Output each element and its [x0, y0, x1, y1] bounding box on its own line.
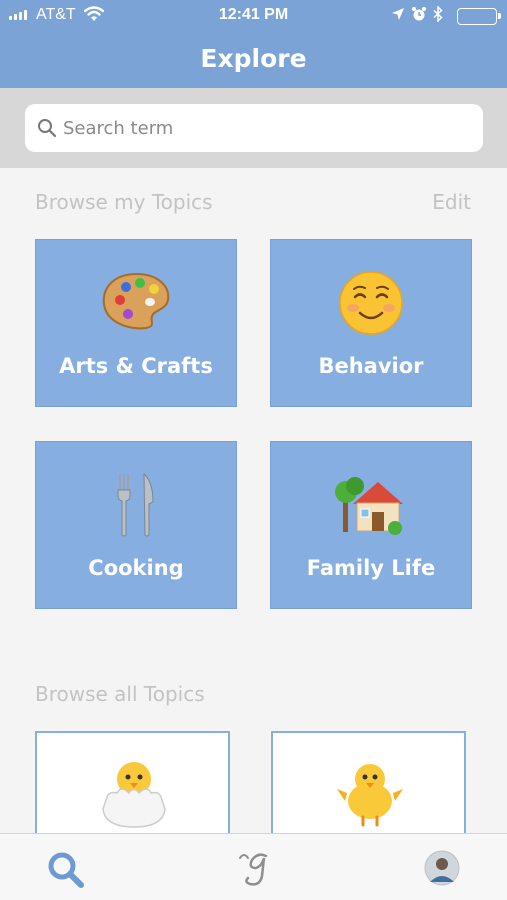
status-bar: AT&T 12:41 PM	[0, 0, 507, 32]
search-bar[interactable]	[25, 104, 483, 152]
location-arrow-icon	[392, 8, 404, 20]
search-band	[0, 88, 507, 168]
topic-label: Cooking	[88, 556, 184, 580]
search-input[interactable]	[63, 104, 468, 152]
tab-explore[interactable]	[26, 834, 106, 900]
all-topic-tile[interactable]	[35, 731, 230, 841]
topic-tile-behavior[interactable]: Behavior	[270, 239, 472, 407]
edit-button[interactable]: Edit	[432, 190, 471, 214]
topic-label: Arts & Crafts	[59, 354, 213, 378]
baby-chick-icon	[335, 759, 405, 831]
my-topics-title: Browse my Topics	[35, 190, 213, 214]
topic-tile-cooking[interactable]: Cooking	[35, 441, 237, 609]
alarm-icon	[412, 7, 426, 21]
smiling-face-icon	[271, 270, 471, 340]
palette-icon	[36, 270, 236, 334]
avatar	[424, 850, 460, 886]
tab-profile[interactable]	[402, 834, 482, 900]
all-topics-title: Browse all Topics	[35, 682, 205, 706]
tab-bar	[0, 833, 507, 900]
battery-icon	[457, 8, 501, 25]
topic-label: Family Life	[306, 556, 436, 580]
script-g-icon	[239, 853, 268, 886]
hatching-chick-icon	[99, 757, 169, 833]
topic-label: Behavior	[318, 354, 424, 378]
tab-feed[interactable]	[214, 834, 294, 900]
page-title: Explore	[200, 44, 307, 73]
all-topic-tile[interactable]	[271, 731, 466, 841]
bluetooth-icon	[433, 6, 443, 22]
search-icon	[48, 852, 84, 888]
fork-knife-icon	[36, 472, 236, 542]
topic-tile-arts-crafts[interactable]: Arts & Crafts	[35, 239, 237, 407]
search-icon	[38, 119, 57, 138]
house-garden-icon	[271, 472, 471, 542]
nav-bar: Explore	[0, 32, 507, 88]
topic-tile-family-life[interactable]: Family Life	[270, 441, 472, 609]
